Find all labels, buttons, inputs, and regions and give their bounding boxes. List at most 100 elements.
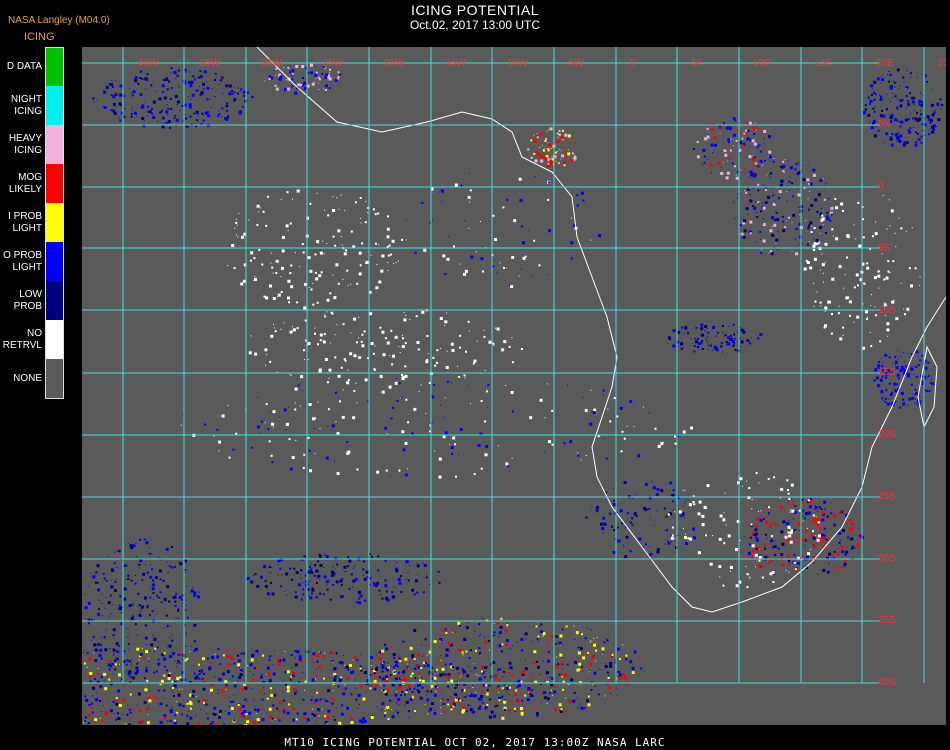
cloud-pixel: [384, 426, 388, 430]
cloud-pixel: [536, 715, 539, 717]
cloud-pixel: [241, 235, 244, 239]
cloud-pixel: [832, 566, 834, 568]
cloud-pixel: [309, 650, 311, 652]
cloud-pixel: [520, 707, 523, 711]
cloud-pixel: [493, 622, 495, 624]
cloud-pixel: [158, 702, 159, 704]
cloud-pixel: [115, 550, 117, 552]
cloud-pixel: [188, 105, 192, 109]
cloud-pixel: [485, 684, 488, 687]
cloud-pixel: [272, 672, 276, 676]
cloud-pixel: [123, 115, 126, 118]
cloud-pixel: [675, 345, 677, 347]
cloud-pixel: [139, 538, 142, 541]
cloud-pixel: [787, 531, 790, 534]
cloud-pixel: [135, 542, 137, 544]
cloud-pixel: [609, 420, 612, 423]
cloud-pixel: [310, 63, 313, 67]
cloud-pixel: [548, 144, 552, 147]
cloud-pixel: [118, 118, 120, 119]
cloud-pixel: [841, 566, 844, 569]
cloud-pixel: [317, 76, 320, 79]
cloud-pixel: [224, 710, 226, 712]
cloud-pixel: [877, 129, 880, 132]
cloud-pixel: [747, 130, 750, 132]
cloud-pixel: [421, 201, 424, 204]
cloud-pixel: [296, 650, 300, 654]
cloud-pixel: [179, 562, 183, 566]
cloud-pixel: [755, 538, 759, 542]
cloud-pixel: [371, 689, 373, 691]
cloud-pixel: [279, 567, 282, 570]
cloud-pixel: [922, 102, 924, 104]
cloud-pixel: [906, 107, 908, 109]
cloud-pixel: [533, 650, 537, 654]
cloud-pixel: [895, 246, 897, 248]
cloud-pixel: [269, 702, 271, 704]
cloud-pixel: [469, 189, 472, 192]
cloud-pixel: [645, 543, 647, 546]
cloud-pixel: [793, 561, 796, 564]
cloud-pixel: [684, 542, 688, 545]
cloud-pixel: [922, 94, 924, 96]
cloud-pixel: [211, 87, 213, 89]
cloud-pixel: [778, 190, 782, 193]
cloud-pixel: [237, 663, 241, 667]
cloud-pixel: [780, 497, 782, 499]
cloud-pixel: [866, 262, 869, 265]
cloud-pixel: [145, 88, 147, 90]
cloud-pixel: [760, 510, 762, 512]
cloud-pixel: [263, 687, 265, 689]
cloud-pixel: [558, 703, 562, 707]
cloud-pixel: [889, 73, 892, 76]
cloud-pixel: [380, 269, 384, 273]
cloud-pixel: [841, 508, 842, 510]
cloud-pixel: [795, 228, 797, 230]
cloud-pixel: [149, 552, 152, 555]
cloud-pixel: [404, 657, 408, 661]
cloud-pixel: [716, 331, 719, 334]
cloud-pixel: [118, 673, 121, 677]
cloud-pixel: [321, 72, 324, 75]
cloud-pixel: [313, 701, 316, 705]
cloud-pixel: [149, 613, 151, 616]
cloud-pixel: [764, 547, 767, 550]
cloud-pixel: [547, 198, 550, 201]
cloud-pixel: [545, 137, 548, 140]
cloud-pixel: [115, 579, 117, 581]
cloud-pixel: [217, 648, 220, 650]
cloud-pixel: [910, 112, 912, 114]
cloud-pixel: [745, 566, 747, 568]
cloud-pixel: [332, 571, 336, 575]
cloud-pixel: [788, 571, 790, 573]
cloud-pixel: [246, 698, 247, 700]
cloud-pixel: [777, 547, 780, 550]
cloud-pixel: [496, 704, 499, 707]
cloud-pixel: [459, 428, 463, 431]
cloud-pixel: [303, 349, 305, 352]
cloud-pixel: [129, 87, 131, 89]
cloud-pixel: [358, 673, 361, 676]
cloud-pixel: [361, 344, 365, 348]
cloud-pixel: [361, 333, 364, 336]
cloud-pixel: [847, 536, 850, 539]
cloud-pixel: [565, 625, 568, 628]
cloud-pixel: [685, 500, 686, 502]
cloud-pixel: [96, 99, 98, 101]
cloud-pixel: [291, 579, 292, 581]
cloud-pixel: [811, 225, 813, 227]
cloud-pixel: [768, 155, 772, 159]
cloud-pixel: [810, 548, 811, 550]
cloud-pixel: [925, 76, 927, 78]
cloud-pixel: [275, 272, 278, 274]
cloud-pixel: [280, 328, 282, 330]
cloud-pixel: [785, 220, 787, 222]
cloud-pixel: [150, 643, 154, 647]
cloud-pixel: [304, 689, 306, 691]
cloud-pixel: [317, 82, 319, 84]
cloud-pixel: [782, 220, 785, 223]
cloud-pixel: [498, 691, 499, 693]
cloud-pixel: [243, 94, 246, 97]
cloud-pixel: [445, 632, 448, 634]
cloud-pixel: [386, 705, 390, 709]
